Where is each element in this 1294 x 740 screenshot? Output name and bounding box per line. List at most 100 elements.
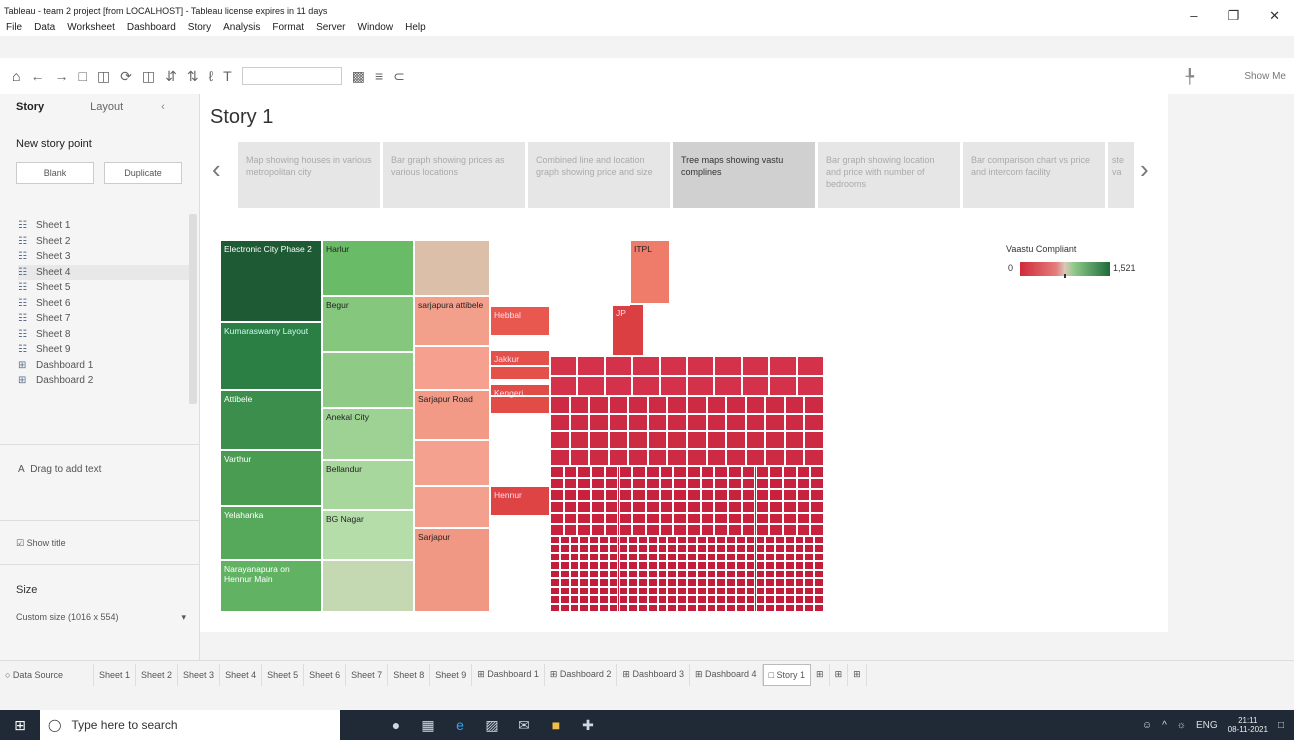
treemap-subcell[interactable] bbox=[589, 413, 609, 431]
treemap-subcell[interactable] bbox=[559, 603, 570, 612]
treemap-subcell[interactable] bbox=[632, 501, 646, 513]
treemap-subcell[interactable] bbox=[794, 304, 824, 356]
treemap-subcell[interactable] bbox=[628, 544, 639, 553]
treemap-subcell[interactable] bbox=[814, 578, 824, 587]
treemap-subcell[interactable] bbox=[598, 595, 609, 604]
treemap-subcell[interactable] bbox=[696, 544, 707, 553]
treemap-subcell[interactable] bbox=[550, 561, 560, 570]
treemap-subcell[interactable] bbox=[775, 544, 785, 553]
treemap-subcell[interactable] bbox=[550, 512, 564, 525]
treemap-subcell[interactable] bbox=[769, 376, 797, 396]
treemap-subcell[interactable] bbox=[657, 595, 668, 604]
tab-story-1[interactable]: □ Story 1 bbox=[762, 663, 812, 686]
treemap-subcell[interactable] bbox=[628, 569, 639, 579]
treemap-subcell[interactable] bbox=[563, 489, 578, 501]
treemap-subcell[interactable] bbox=[726, 595, 736, 604]
treemap-subcell[interactable] bbox=[589, 586, 599, 596]
treemap-subcell[interactable] bbox=[769, 466, 783, 478]
treemap-subcell[interactable] bbox=[810, 501, 824, 513]
treemap-subcell[interactable] bbox=[618, 544, 629, 553]
treemap-subcell[interactable] bbox=[659, 477, 674, 490]
save-icon[interactable]: □ bbox=[78, 68, 86, 84]
clock[interactable]: 21:11 08-11-2021 bbox=[1228, 716, 1268, 734]
treemap-subcell[interactable] bbox=[598, 586, 609, 596]
treemap-subcell[interactable] bbox=[667, 448, 687, 466]
treemap-subcell[interactable] bbox=[784, 561, 795, 570]
treemap-subcell[interactable] bbox=[559, 536, 570, 545]
treemap-cell[interactable]: Hennur bbox=[490, 486, 550, 516]
treemap-subcell[interactable] bbox=[755, 569, 766, 579]
treemap-subcell[interactable] bbox=[667, 569, 678, 579]
treemap-subcell[interactable] bbox=[765, 586, 776, 596]
treemap-subcell[interactable] bbox=[741, 376, 770, 396]
treemap-subcell[interactable] bbox=[765, 569, 776, 579]
treemap-subcell[interactable] bbox=[638, 586, 648, 596]
treemap-subcell[interactable] bbox=[569, 552, 580, 562]
treemap-subcell[interactable] bbox=[716, 603, 727, 612]
treemap-subcell[interactable] bbox=[618, 578, 629, 587]
treemap-subcell[interactable] bbox=[659, 512, 674, 525]
treemap-subcell[interactable] bbox=[632, 466, 646, 478]
treemap-subcell[interactable] bbox=[775, 595, 785, 604]
treemap-subcell[interactable] bbox=[550, 595, 560, 604]
treemap-cell[interactable]: Narayanapura on Hennur Main bbox=[220, 560, 322, 612]
treemap-subcell[interactable] bbox=[769, 356, 797, 376]
treemap-subcell[interactable] bbox=[765, 544, 776, 553]
treemap-subcell[interactable] bbox=[647, 431, 668, 449]
treemap-subcell[interactable] bbox=[775, 561, 785, 570]
treemap-cell[interactable] bbox=[414, 346, 490, 390]
treemap-subcell[interactable] bbox=[687, 561, 697, 570]
treemap-subcell[interactable] bbox=[716, 578, 727, 587]
treemap-subcell[interactable] bbox=[618, 466, 633, 478]
treemap-subcell[interactable] bbox=[687, 536, 697, 545]
treemap-subcell[interactable] bbox=[755, 586, 766, 596]
treemap-subcell[interactable] bbox=[550, 569, 560, 579]
treemap-subcell[interactable] bbox=[745, 569, 756, 579]
treemap-subcell[interactable] bbox=[706, 569, 717, 579]
treemap-subcell[interactable] bbox=[579, 561, 590, 570]
treemap-subcell[interactable] bbox=[814, 544, 824, 553]
treemap-subcell[interactable] bbox=[598, 544, 609, 553]
treemap-subcell[interactable] bbox=[608, 603, 619, 612]
treemap-subcell[interactable] bbox=[589, 396, 609, 414]
treemap-subcell[interactable] bbox=[804, 561, 815, 570]
treemap-subcell[interactable] bbox=[741, 466, 756, 478]
treemap-subcell[interactable] bbox=[569, 578, 580, 587]
treemap-subcell[interactable] bbox=[784, 448, 805, 466]
treemap-subcell[interactable] bbox=[726, 603, 736, 612]
treemap-subcell[interactable] bbox=[667, 396, 687, 414]
treemap-subcell[interactable] bbox=[525, 240, 560, 306]
treemap-subcell[interactable] bbox=[618, 561, 629, 570]
treemap-subcell[interactable] bbox=[490, 396, 550, 426]
menu-item-file[interactable]: File bbox=[6, 22, 22, 33]
treemap-subcell[interactable] bbox=[647, 396, 668, 414]
tab-dashboard-2[interactable]: ⊞ Dashboard 2 bbox=[545, 663, 618, 686]
treemap-subcell[interactable] bbox=[687, 477, 701, 490]
treemap-subcell[interactable] bbox=[775, 536, 785, 545]
pin-icon[interactable]: ╄ bbox=[1186, 68, 1194, 85]
treemap-subcell[interactable] bbox=[765, 552, 776, 562]
treemap-subcell[interactable] bbox=[696, 595, 707, 604]
treemap-subcell[interactable] bbox=[796, 477, 811, 490]
treemap-subcell[interactable] bbox=[677, 578, 687, 587]
treemap-subcell[interactable] bbox=[659, 376, 687, 396]
treemap-subcell[interactable] bbox=[563, 512, 578, 525]
treemap-subcell[interactable] bbox=[550, 376, 578, 396]
treemap-subcell[interactable] bbox=[687, 552, 697, 562]
treemap-subcell[interactable] bbox=[745, 396, 766, 414]
treemap-subcell[interactable] bbox=[714, 356, 742, 376]
treemap-subcell[interactable] bbox=[667, 586, 678, 596]
treemap-subcell[interactable] bbox=[741, 501, 756, 513]
treemap-subcell[interactable] bbox=[618, 552, 629, 562]
treemap-subcell[interactable] bbox=[745, 544, 756, 553]
treemap-subcell[interactable] bbox=[604, 356, 633, 376]
treemap-subcell[interactable] bbox=[569, 586, 580, 596]
treemap-subcell[interactable] bbox=[687, 595, 697, 604]
treemap-subcell[interactable] bbox=[796, 466, 811, 478]
treemap-subcell[interactable] bbox=[706, 595, 717, 604]
treemap-subcell[interactable] bbox=[782, 489, 797, 501]
treemap-subcell[interactable] bbox=[687, 413, 707, 431]
duplicate-button[interactable]: Duplicate bbox=[104, 162, 182, 184]
treemap-subcell[interactable] bbox=[618, 536, 629, 545]
treemap-subcell[interactable] bbox=[647, 544, 658, 553]
